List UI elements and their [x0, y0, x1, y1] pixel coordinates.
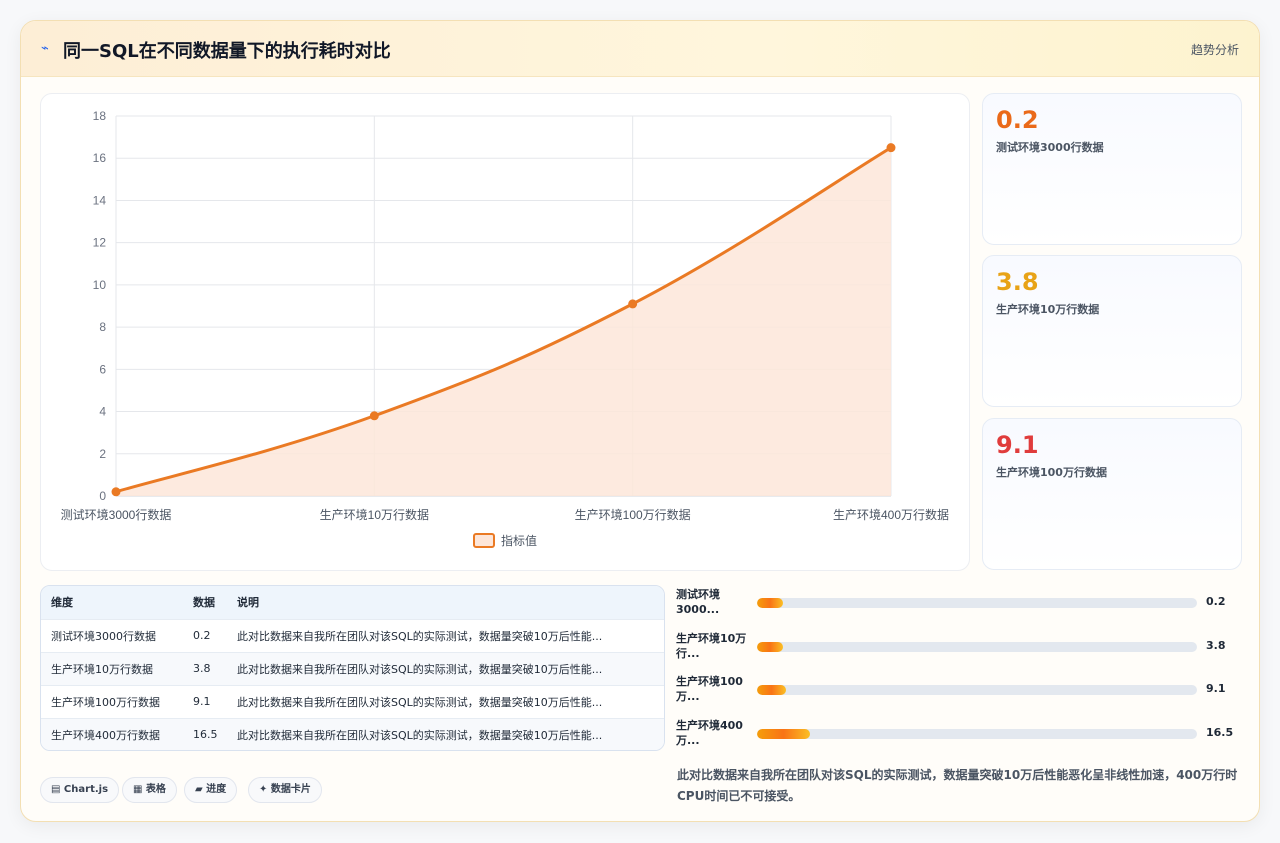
- stat-value: 0.2: [996, 106, 1039, 134]
- y-tick-label: 10: [93, 278, 107, 292]
- table-cell: 生产环境10万行数据: [41, 651, 183, 685]
- legend-swatch: [473, 533, 495, 548]
- stat-label: 生产环境10万行数据: [996, 303, 1100, 316]
- table-cell: 此对比数据来自我所在团队对该SQL的实际测试，数据量突破10万后性能...: [227, 651, 664, 685]
- stat-label: 生产环境100万行数据: [996, 466, 1107, 479]
- progress-fill: [757, 729, 810, 739]
- table-cell: 生产环境100万行数据: [41, 684, 183, 718]
- progress-track: [757, 598, 1197, 608]
- series-area: [116, 147, 891, 496]
- y-tick-label: 18: [93, 109, 107, 123]
- column-header: 说明: [237, 596, 259, 610]
- table-cell: 16.5: [183, 717, 227, 750]
- stat-value: 3.8: [996, 268, 1039, 296]
- progress-fill: [757, 642, 784, 652]
- x-tick-label: 测试环境3000行数据: [61, 507, 172, 522]
- data-point: [111, 487, 121, 497]
- progress-row: 生产环境100万... 9.1: [676, 672, 1246, 712]
- data-point: [369, 411, 379, 421]
- table-cell: 9.1: [183, 684, 227, 718]
- table-cell: 此对比数据来自我所在团队对该SQL的实际测试，数据量突破10万后性能...: [227, 684, 664, 718]
- x-tick-label: 生产环境100万行数据: [575, 507, 691, 522]
- progress-label: 测试环境3000...: [676, 588, 720, 616]
- table-row: 生产环境10万行数据 3.8 此对比数据来自我所在团队对该SQL的实际测试，数据…: [41, 651, 664, 685]
- chip-progress[interactable]: ▰ 进度: [184, 777, 238, 803]
- stat-label: 测试环境3000行数据: [996, 141, 1104, 154]
- y-tick-label: 0: [99, 489, 106, 503]
- table-row: 测试环境3000行数据 0.2 此对比数据来自我所在团队对该SQL的实际测试，数…: [41, 618, 664, 652]
- progress-label: 生产环境10万行...: [676, 632, 747, 660]
- table-row: 生产环境400万行数据 16.5 此对比数据来自我所在团队对该SQL的实际测试，…: [41, 717, 664, 750]
- column-header: 维度: [51, 596, 73, 610]
- summary-note: 此对比数据来自我所在团队对该SQL的实际测试，数据量突破10万后性能恶化呈非线性…: [677, 768, 1238, 803]
- y-tick-label: 16: [93, 151, 107, 165]
- progress-value: 0.2: [1206, 595, 1226, 608]
- progress-fill: [757, 598, 784, 608]
- x-tick-label: 生产环境400万行数据: [833, 507, 949, 522]
- stat-card-3: 9.1 生产环境100万行数据: [982, 418, 1242, 570]
- y-tick-label: 14: [93, 193, 107, 207]
- progress-value: 9.1: [1206, 682, 1226, 695]
- progress-track: [757, 729, 1197, 739]
- dashboard-card: ⌁ 同一SQL在不同数据量下的执行耗时对比 趋势分析 0 2 4 6 8 10 12 14 16…: [20, 20, 1260, 822]
- y-tick-label: 12: [93, 236, 107, 250]
- stat-card-1: 0.2 测试环境3000行数据: [982, 93, 1242, 245]
- table-cell: 3.8: [183, 651, 227, 685]
- x-tick-label: 生产环境10万行数据: [320, 507, 429, 522]
- trend-analysis-tag[interactable]: 趋势分析: [1191, 41, 1239, 58]
- chip-table[interactable]: ▦ 表格: [122, 777, 177, 803]
- chip-chartjs[interactable]: ▤ Chart.js: [40, 777, 120, 803]
- progress-row: 生产环境10万行... 3.8: [676, 629, 1246, 669]
- table-header-row: 维度 数据 说明: [41, 586, 664, 619]
- chip-data-cards[interactable]: ✦ 数据卡片: [248, 777, 322, 803]
- y-tick-label: 4: [99, 405, 106, 419]
- y-tick-label: 2: [99, 447, 106, 461]
- page-title: 同一SQL在不同数据量下的执行耗时对比: [63, 41, 391, 62]
- table-cell: 测试环境3000行数据: [41, 618, 183, 652]
- chart-svg: 0 2 4 6 8 10 12 14 16 18 测试环境3000行数据 生产环境10万行数据 生产环境…: [61, 109, 949, 548]
- data-point: [886, 143, 896, 153]
- progress-track: [757, 642, 1197, 652]
- table-row: 生产环境100万行数据 9.1 此对比数据来自我所在团队对该SQL的实际测试，数…: [41, 684, 664, 718]
- line-chart: 0 2 4 6 8 10 12 14 16 18 测试环境3000行数据 生产环境10万行数据 生产环境…: [40, 93, 970, 571]
- table-cell: 此对比数据来自我所在团队对该SQL的实际测试，数据量突破10万后性能...: [227, 618, 664, 652]
- chart-line-icon: ⌁: [41, 41, 49, 56]
- progress-fill: [757, 685, 786, 695]
- y-tick-label: 8: [99, 320, 106, 334]
- data-table: 维度 数据 说明 测试环境3000行数据 0.2 此对比数据来自我所在团队对该S…: [40, 585, 665, 751]
- legend-label: 指标值: [501, 533, 537, 548]
- progress-label: 生产环境100万...: [676, 675, 743, 703]
- table-cell: 此对比数据来自我所在团队对该SQL的实际测试，数据量突破10万后性能...: [227, 717, 664, 750]
- y-tick-label: 6: [99, 362, 106, 376]
- stat-value: 9.1: [996, 431, 1039, 459]
- table-cell: 生产环境400万行数据: [41, 717, 183, 750]
- progress-value: 16.5: [1206, 726, 1234, 739]
- progress-value: 3.8: [1206, 639, 1226, 652]
- table-cell: 0.2: [183, 618, 227, 652]
- stat-card-2: 3.8 生产环境10万行数据: [982, 255, 1242, 407]
- card-header: ⌁ 同一SQL在不同数据量下的执行耗时对比 趋势分析: [21, 21, 1259, 77]
- progress-label: 生产环境400万...: [676, 719, 743, 747]
- data-point: [628, 299, 638, 309]
- progress-row: 测试环境3000... 0.2: [676, 585, 1246, 625]
- progress-row: 生产环境400万... 16.5: [676, 716, 1246, 756]
- column-header: 数据: [193, 596, 215, 610]
- progress-track: [757, 685, 1197, 695]
